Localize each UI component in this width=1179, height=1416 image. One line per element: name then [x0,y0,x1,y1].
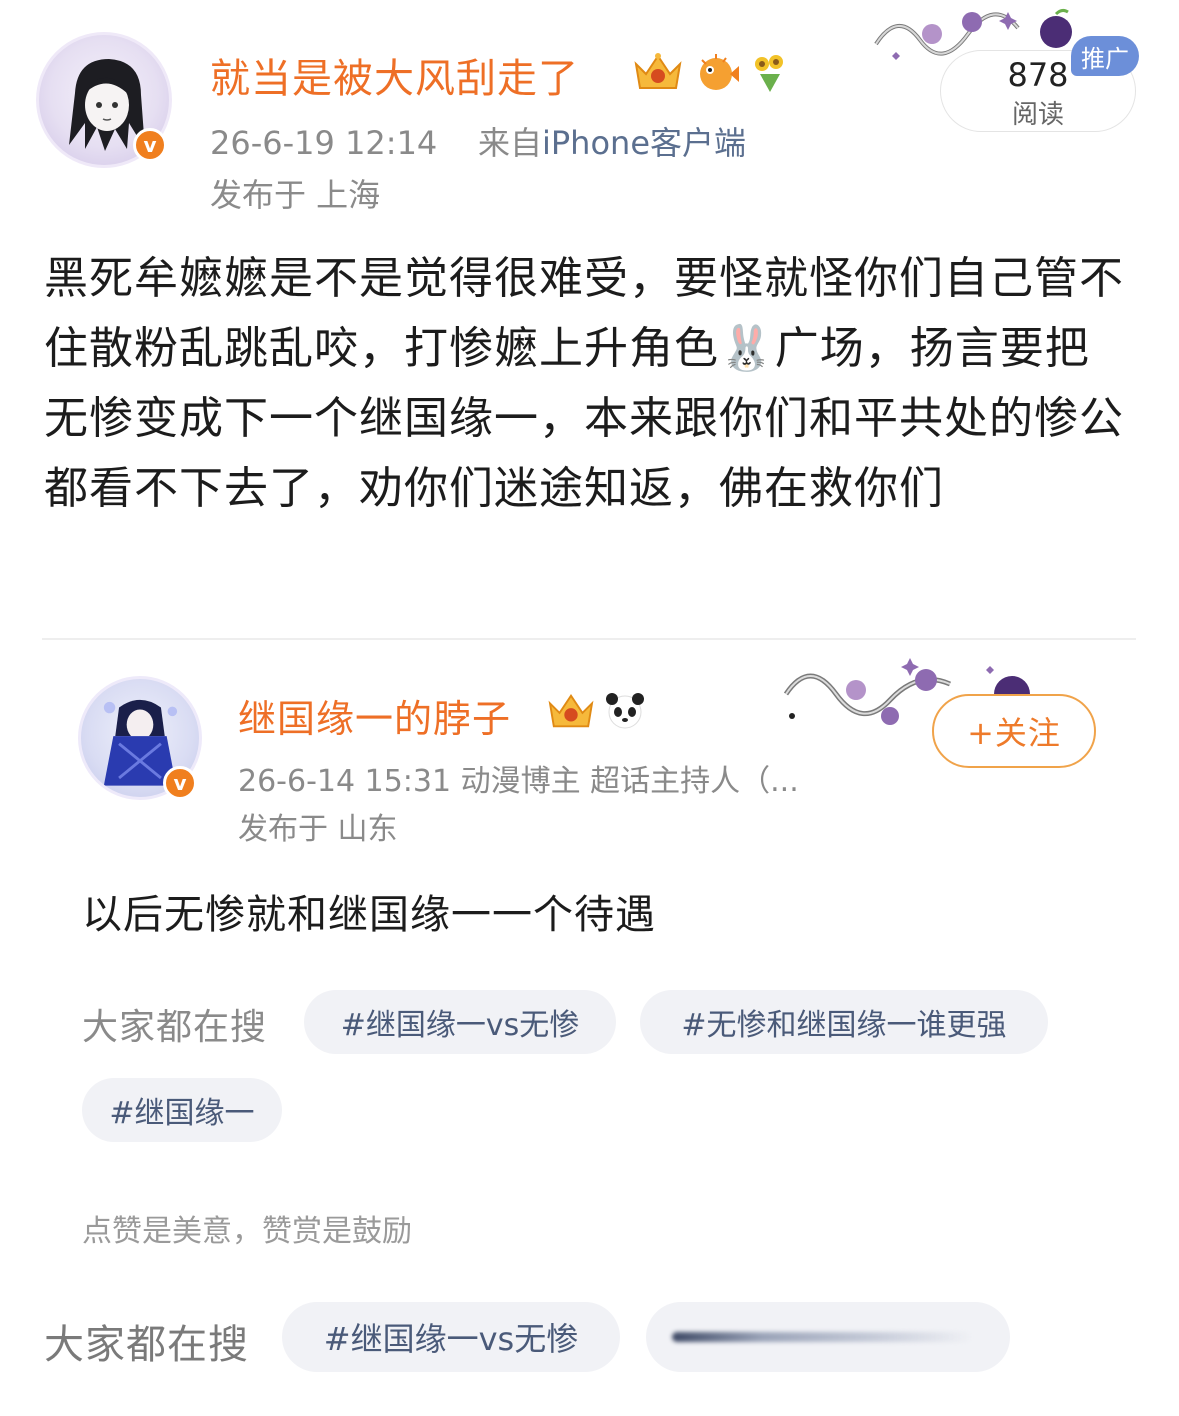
post-time: 26-6-19 12:14 [210,124,438,162]
author-name[interactable]: 就当是被大风刮走了 [210,46,579,104]
repost-divider [42,638,1136,640]
repost-meta: 26-6-14 15:31 动漫博主 超话主持人（... [238,764,799,799]
bottom-trending-tag-obscured[interactable] [646,1302,1010,1372]
repost-trending-label: 大家都在搜 [82,1007,268,1048]
source-prefix: 来自 [477,124,542,162]
trending-tag[interactable]: #继国缘一vs无惨 [304,990,616,1054]
crown-badge-icon [634,53,682,89]
reward-prompt: 点赞是美意，赞赏是鼓励 [82,1214,412,1249]
post-source[interactable]: iPhone客户端 [542,124,746,162]
pufferfish-icon [700,54,739,90]
trending-tag[interactable]: #继国缘一 [82,1078,282,1142]
read-label: 阅读 [1011,100,1064,130]
promo-badge: 推广 [1071,36,1139,76]
trending-tag[interactable]: #无惨和继国缘一谁更强 [640,990,1048,1054]
sunflower-bouquet-icon [755,55,783,92]
repost-author-badges [546,690,646,732]
repost-author-name[interactable]: 继国缘一的脖子 [238,688,511,743]
blurred-text [672,1332,972,1342]
author-badges [632,50,790,94]
repost-verified-icon: v [163,766,197,800]
repost-crown-badge-icon [548,694,594,728]
follow-button[interactable]: +关注 [932,694,1096,768]
post-timestamp: 26-6-19 12:14 来自iPhone客户端 [210,118,746,164]
post-body-text: 黑死牟嬷嬷是不是觉得很难受，要怪就怪你们自己管不住散粉乱跳乱咬，打惨嬷上升角色🐰… [44,253,1124,514]
repost-location: 发布于 山东 [238,812,398,847]
post-location: 发布于 上海 [210,176,381,214]
bottom-trending-label: 大家都在搜 [44,1322,249,1368]
bottom-trending-tag[interactable]: #继国缘一vs无惨 [282,1302,620,1372]
panda-icon [606,693,644,729]
verified-icon: v [133,128,167,162]
repost-body-text: 以后无惨就和继国缘一一个待遇 [82,892,656,938]
